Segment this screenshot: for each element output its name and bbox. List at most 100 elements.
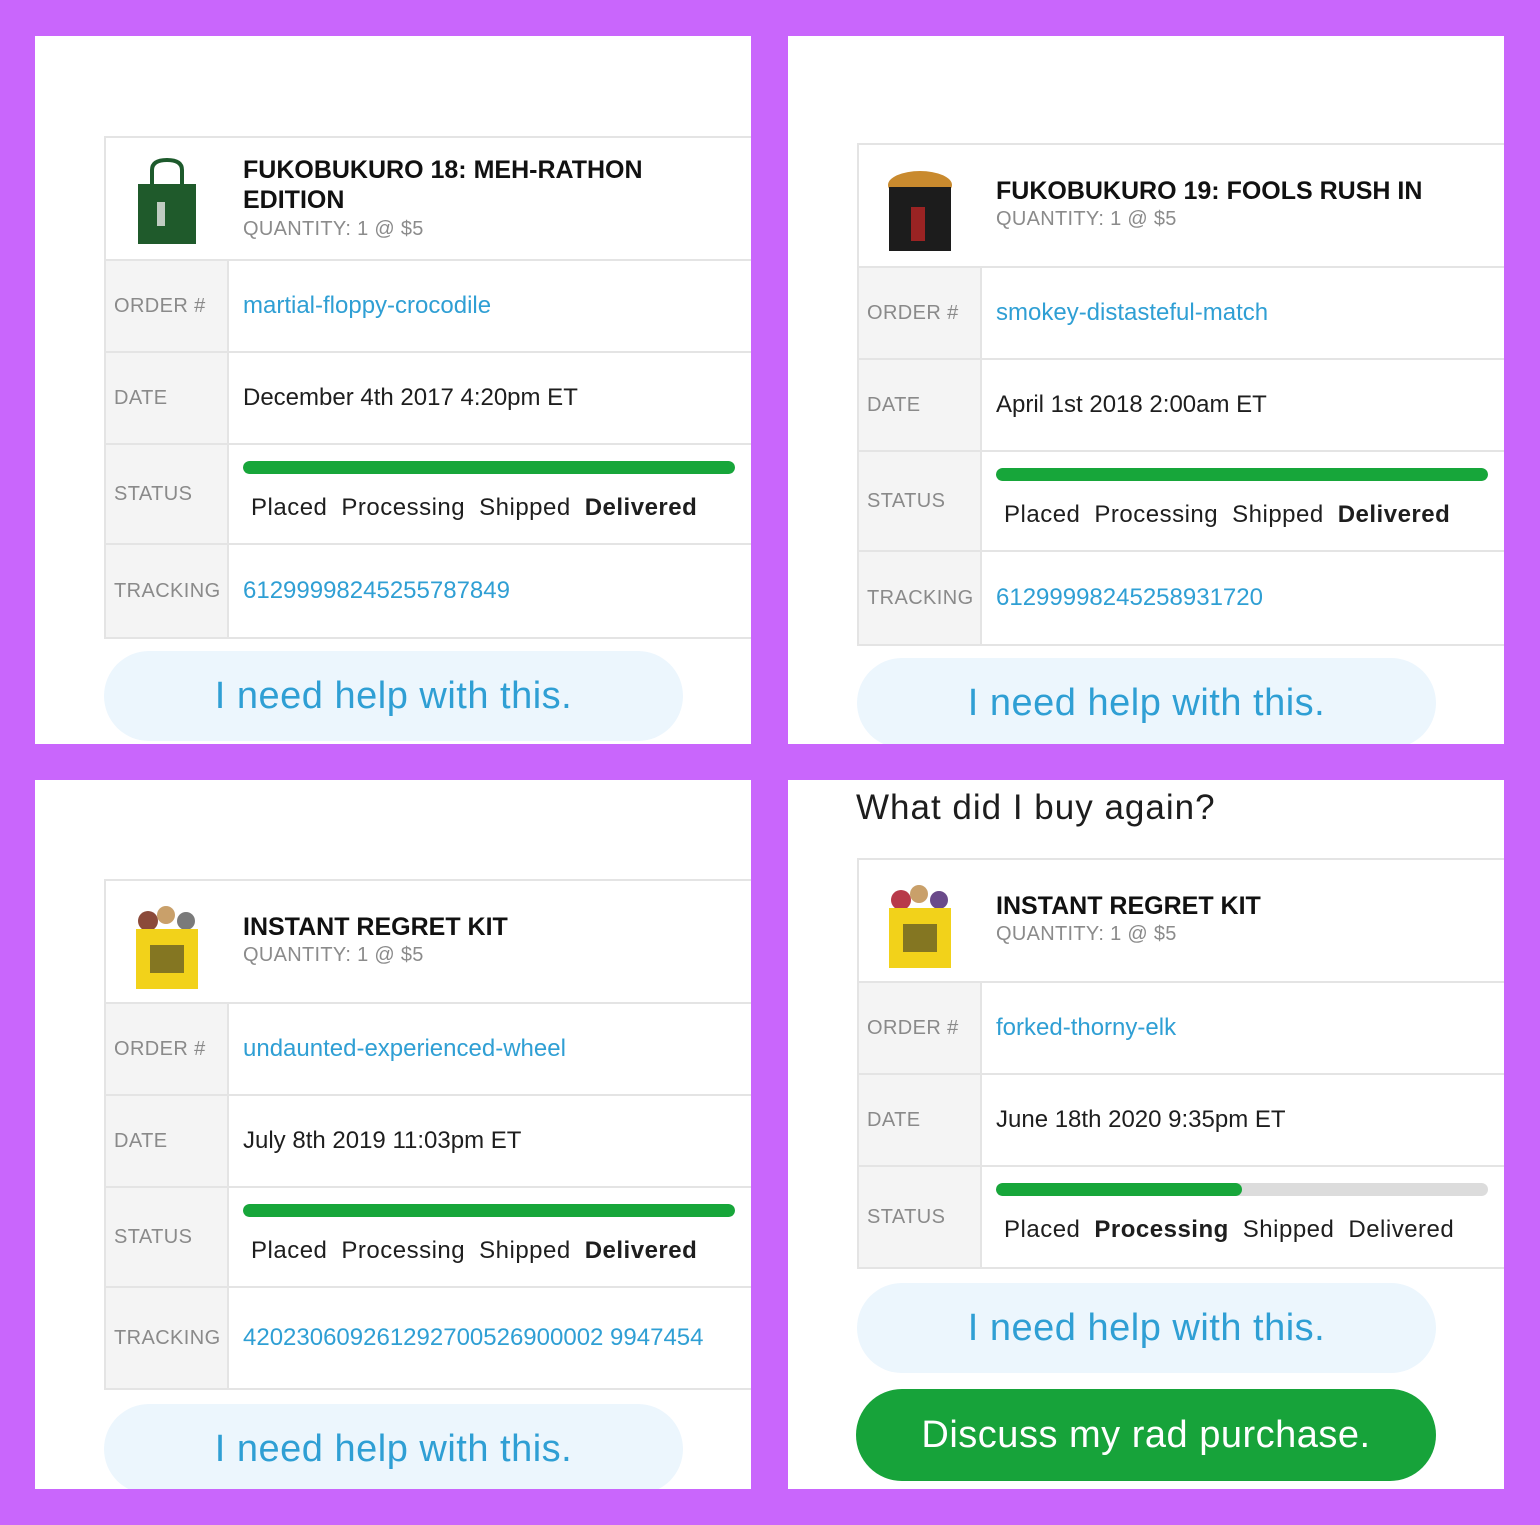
tracking-row: TRACKING 61299998245258931720 (859, 552, 1504, 644)
order-number-row: ORDER # forked-thorny-elk (859, 983, 1504, 1075)
date-label: DATE (859, 1075, 982, 1165)
step-placed: Placed (1004, 501, 1081, 528)
product-title: INSTANT REGRET KIT (996, 892, 1261, 920)
step-shipped: Shipped (479, 1237, 571, 1264)
status-label: STATUS (859, 452, 982, 550)
product-header: FUKOBUKURO 19: FOOLS RUSH IN QUANTITY: 1… (859, 145, 1504, 268)
product-quantity: QUANTITY: 1 @ $5 (996, 923, 1177, 945)
product-quantity: QUANTITY: 1 @ $5 (996, 208, 1177, 230)
step-delivered: Delivered (1337, 501, 1451, 528)
date-row: DATE June 18th 2020 9:35pm ET (859, 1075, 1504, 1167)
date-row: DATE April 1st 2018 2:00am ET (859, 360, 1504, 452)
order-number-row: ORDER # martial-floppy-crocodile (106, 261, 751, 353)
product-title: INSTANT REGRET KIT (243, 913, 508, 941)
status-steps: Placed Processing Shipped Delivered (1004, 1216, 1468, 1244)
status-label: STATUS (106, 445, 229, 543)
order-date: April 1st 2018 2:00am ET (996, 391, 1267, 418)
status-row: STATUS Placed Processing Shipped Deliver… (859, 1167, 1504, 1267)
status-row: STATUS Placed Processing Shipped Deliver… (859, 452, 1504, 552)
status-tracker: Placed Processing Shipped Delivered (229, 1188, 751, 1286)
step-placed: Placed (1004, 1216, 1081, 1243)
page-title: What did I buy again? (856, 788, 1216, 827)
product-title: FUKOBUKURO 19: FOOLS RUSH IN (996, 177, 1423, 205)
discuss-purchase-button[interactable]: Discuss my rad purchase. (856, 1389, 1436, 1481)
order-number-link[interactable]: smokey-distasteful-match (982, 268, 1504, 358)
order-panel-2: FUKOBUKURO 19: FOOLS RUSH IN QUANTITY: 1… (788, 36, 1504, 744)
status-row: STATUS Placed Processing Shipped Deliver… (106, 1188, 751, 1288)
order-number-link[interactable]: undaunted-experienced-wheel (229, 1004, 751, 1094)
progress-bar (243, 1204, 735, 1217)
order-panel-3: INSTANT REGRET KIT QUANTITY: 1 @ $5 ORDE… (35, 780, 751, 1489)
tracking-link[interactable]: 61299998245258931720 (982, 552, 1504, 644)
order-card: INSTANT REGRET KIT QUANTITY: 1 @ $5 ORDE… (857, 858, 1504, 1269)
progress-fill (243, 1204, 735, 1217)
progress-fill (996, 468, 1488, 481)
step-processing: Processing (1094, 501, 1219, 528)
order-number-label: ORDER # (859, 983, 982, 1073)
date-row: DATE December 4th 2017 4:20pm ET (106, 353, 751, 445)
order-number-link[interactable]: forked-thorny-elk (982, 983, 1504, 1073)
black-tote-bag-icon (888, 171, 952, 251)
status-label: STATUS (859, 1167, 982, 1267)
step-processing: Processing (1094, 1216, 1229, 1243)
progress-fill (996, 1183, 1242, 1196)
step-delivered: Delivered (584, 1237, 698, 1264)
step-processing: Processing (341, 494, 466, 521)
step-shipped: Shipped (1232, 501, 1324, 528)
status-row: STATUS Placed Processing Shipped Deliver… (106, 445, 751, 545)
product-header: INSTANT REGRET KIT QUANTITY: 1 @ $5 (859, 860, 1504, 983)
step-delivered: Delivered (1348, 1216, 1455, 1243)
order-date: June 18th 2020 9:35pm ET (996, 1106, 1286, 1133)
status-steps: Placed Processing Shipped Delivered (251, 494, 711, 522)
order-number-label: ORDER # (859, 268, 982, 358)
order-panel-4: What did I buy again? INSTANT REGRET KIT… (788, 780, 1504, 1489)
tracking-link[interactable]: 420230609261292700526900002 9947454 (229, 1288, 751, 1388)
date-label: DATE (106, 1096, 229, 1186)
order-number-label: ORDER # (106, 1004, 229, 1094)
help-button[interactable]: I need help with this. (857, 658, 1436, 744)
tracking-label: TRACKING (106, 545, 229, 637)
status-steps: Placed Processing Shipped Delivered (1004, 501, 1464, 529)
order-number-row: ORDER # undaunted-experienced-wheel (106, 1004, 751, 1096)
status-steps: Placed Processing Shipped Delivered (251, 1237, 711, 1265)
step-shipped: Shipped (479, 494, 571, 521)
step-shipped: Shipped (1242, 1216, 1335, 1243)
status-tracker: Placed Processing Shipped Delivered (229, 445, 751, 543)
tracking-label: TRACKING (106, 1288, 229, 1388)
tracking-link[interactable]: 61299998245255787849 (229, 545, 751, 637)
order-number-label: ORDER # (106, 261, 229, 351)
date-label: DATE (106, 353, 229, 443)
date-row: DATE July 8th 2019 11:03pm ET (106, 1096, 751, 1188)
progress-bar (996, 468, 1488, 481)
product-header: FUKOBUKURO 18: MEH-RATHON EDITION QUANTI… (106, 138, 751, 261)
green-tote-bag-icon (138, 157, 196, 244)
order-card: FUKOBUKURO 19: FOOLS RUSH IN QUANTITY: 1… (857, 143, 1504, 646)
step-delivered: Delivered (584, 494, 698, 521)
order-date: July 8th 2019 11:03pm ET (243, 1127, 522, 1154)
status-label: STATUS (106, 1188, 229, 1286)
help-button[interactable]: I need help with this. (104, 1404, 683, 1489)
order-card: FUKOBUKURO 18: MEH-RATHON EDITION QUANTI… (104, 136, 751, 639)
progress-bar (996, 1183, 1488, 1196)
progress-fill (243, 461, 735, 474)
product-quantity: QUANTITY: 1 @ $5 (243, 218, 424, 240)
progress-bar (243, 461, 735, 474)
status-tracker: Placed Processing Shipped Delivered (982, 452, 1504, 550)
product-title: FUKOBUKURO 18: MEH-RATHON EDITION (243, 156, 643, 214)
help-button[interactable]: I need help with this. (857, 1283, 1436, 1373)
step-processing: Processing (341, 1237, 466, 1264)
order-number-row: ORDER # smokey-distasteful-match (859, 268, 1504, 360)
order-card: INSTANT REGRET KIT QUANTITY: 1 @ $5 ORDE… (104, 879, 751, 1390)
order-panel-1: FUKOBUKURO 18: MEH-RATHON EDITION QUANTI… (35, 36, 751, 744)
help-button[interactable]: I need help with this. (104, 651, 683, 741)
product-header: INSTANT REGRET KIT QUANTITY: 1 @ $5 (106, 881, 751, 1004)
order-number-link[interactable]: martial-floppy-crocodile (229, 261, 751, 351)
yellow-tote-bag-icon (136, 906, 198, 989)
step-placed: Placed (251, 494, 328, 521)
status-tracker: Placed Processing Shipped Delivered (982, 1167, 1504, 1267)
tracking-row: TRACKING 61299998245255787849 (106, 545, 751, 637)
step-placed: Placed (251, 1237, 328, 1264)
date-label: DATE (859, 360, 982, 450)
yellow-tote-bag-icon (889, 885, 951, 968)
order-date: December 4th 2017 4:20pm ET (243, 384, 578, 411)
